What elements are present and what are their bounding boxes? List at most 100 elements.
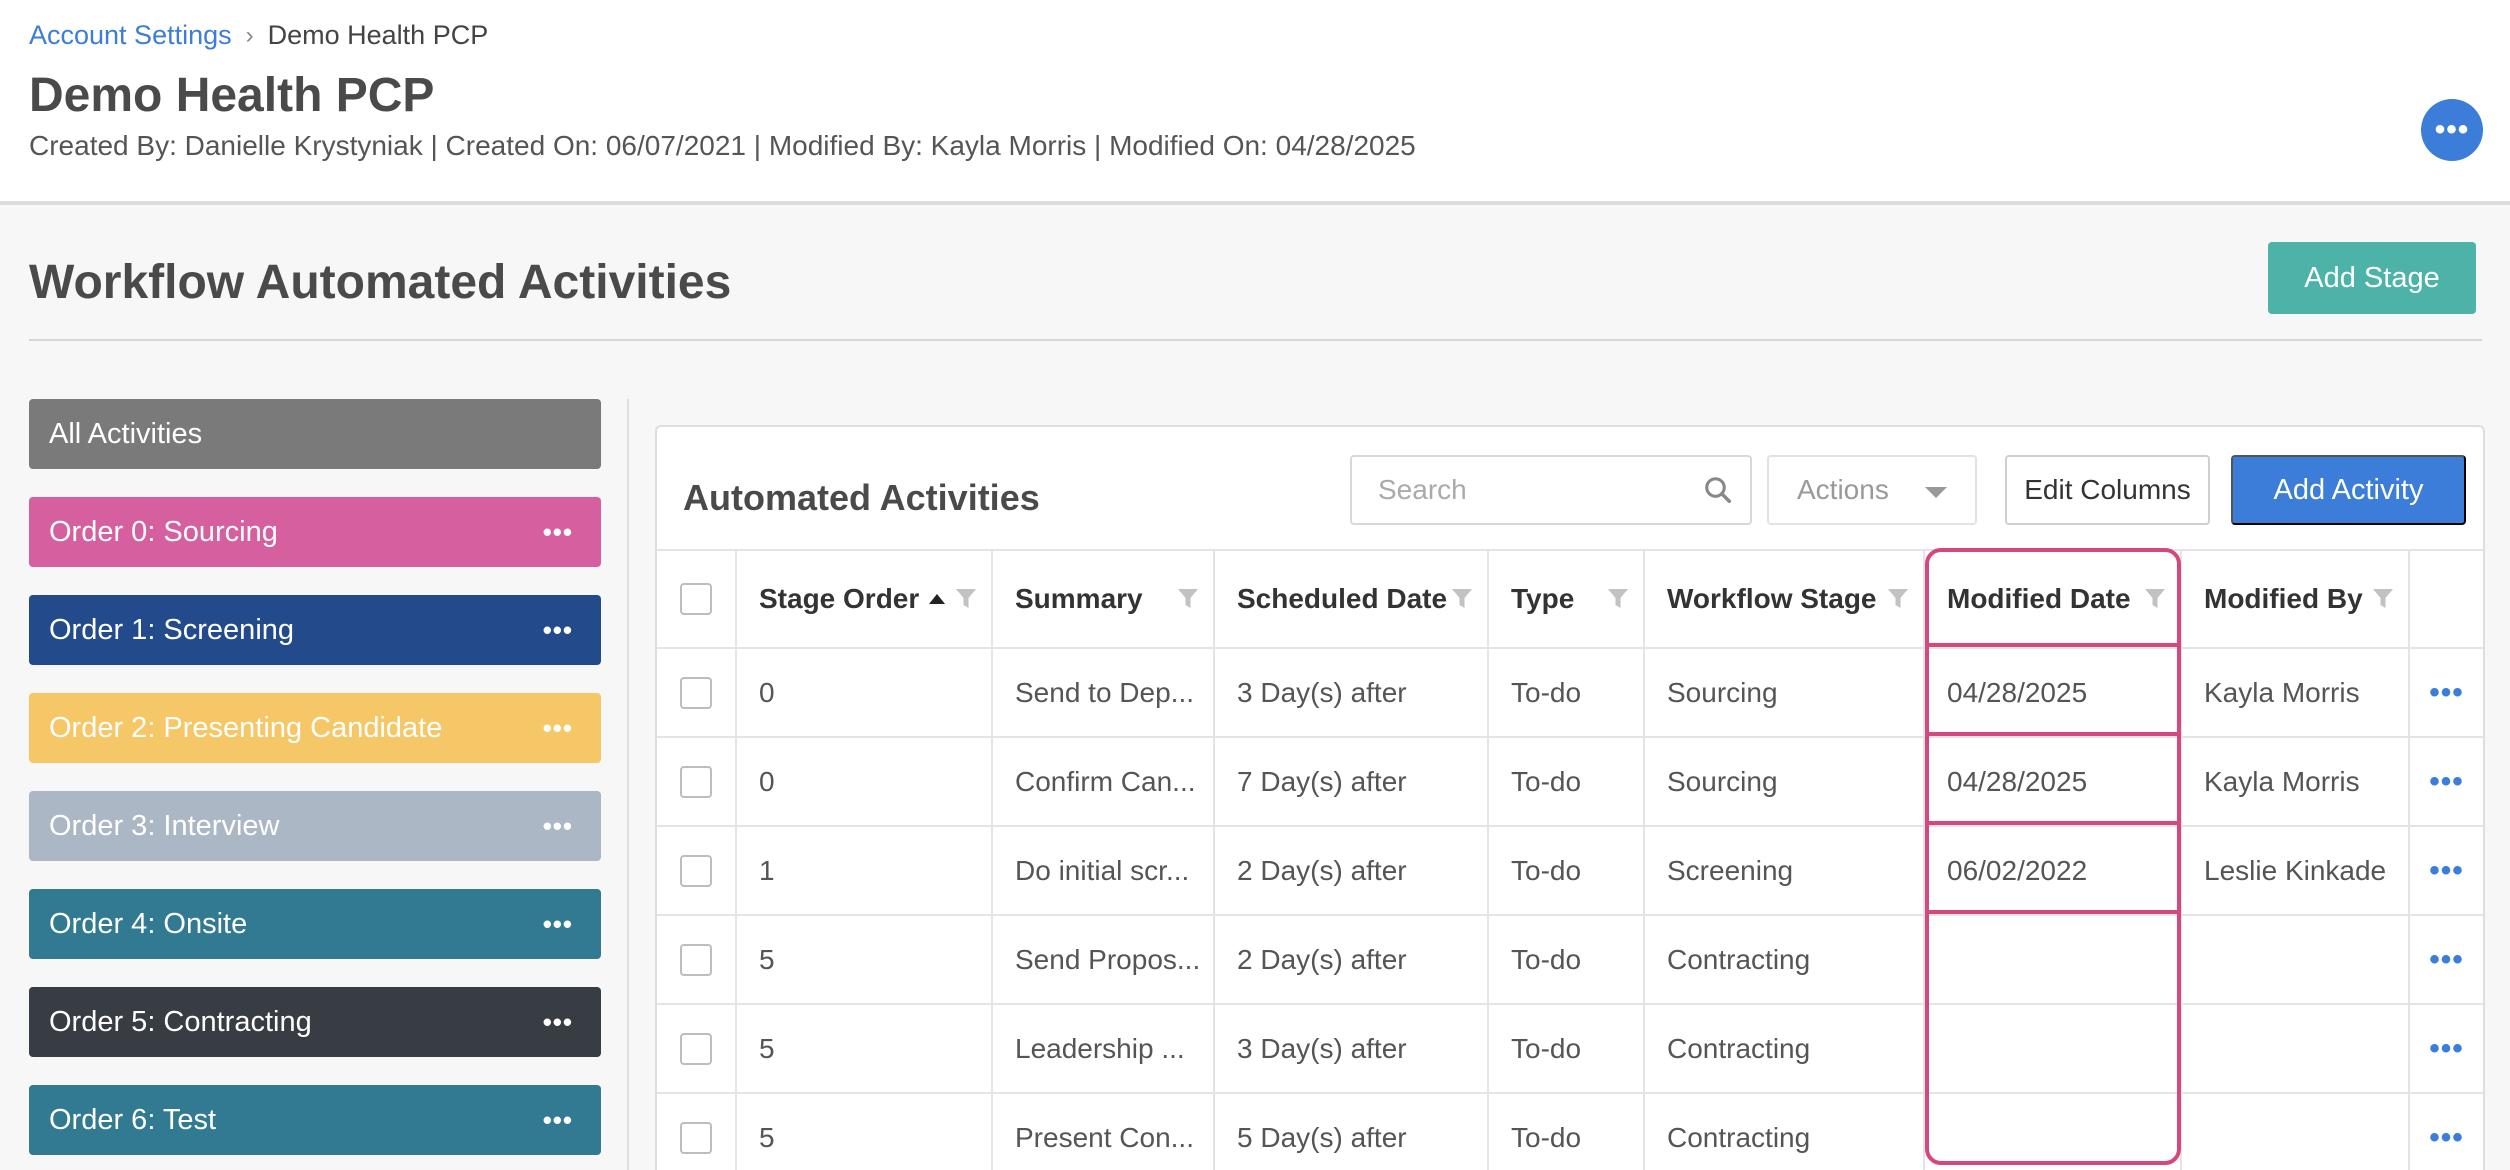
- row-more-options-icon[interactable]: •••: [2429, 1121, 2464, 1155]
- row-actions-cell: •••: [2410, 738, 2483, 825]
- cell-stage-order: 0: [737, 738, 993, 825]
- stage-item-order-3[interactable]: Order 3: Interview •••: [29, 791, 601, 861]
- row-more-options-icon[interactable]: •••: [2429, 1032, 2464, 1066]
- stage-item-label: Order 6: Test: [49, 1103, 217, 1136]
- filter-icon[interactable]: [2372, 587, 2394, 611]
- column-header-label: Type: [1511, 583, 1575, 614]
- column-header-label: Scheduled Date: [1237, 583, 1448, 614]
- stage-item-order-5[interactable]: Order 5: Contracting •••: [29, 987, 601, 1057]
- column-header-stage-order[interactable]: Stage Order: [737, 551, 993, 647]
- table-header-row: Stage Order Summary Scheduled Date Type …: [657, 549, 2483, 647]
- column-header-workflow-stage[interactable]: Workflow Stage: [1645, 551, 1925, 647]
- cell-modified-date: 06/02/2022: [1925, 827, 2182, 914]
- stage-item-order-4[interactable]: Order 4: Onsite •••: [29, 889, 601, 959]
- stage-more-options-icon[interactable]: •••: [543, 1107, 573, 1133]
- stage-more-options-icon[interactable]: •••: [543, 813, 573, 839]
- add-stage-button[interactable]: Add Stage: [2268, 242, 2476, 314]
- stage-item-label: Order 5: Contracting: [49, 1005, 312, 1038]
- column-header-label: Workflow Stage: [1667, 583, 1877, 614]
- row-checkbox[interactable]: [680, 1032, 712, 1065]
- row-checkbox[interactable]: [680, 943, 712, 976]
- stage-list: All Activities Order 0: Sourcing ••• Order …: [29, 399, 601, 1170]
- actions-dropdown[interactable]: Actions: [1767, 455, 1977, 525]
- cell-stage-order: 5: [737, 1005, 993, 1092]
- filter-icon[interactable]: [2144, 587, 2166, 611]
- column-header-label: Modified Date: [1947, 583, 2131, 614]
- table-row[interactable]: 0 Confirm Can... 7 Day(s) after To-do Sourci…: [657, 736, 2483, 825]
- cell-summary: Send Propos...: [993, 916, 1215, 1003]
- sort-ascending-icon: [929, 594, 946, 604]
- table-row[interactable]: 1 Do initial scr... 2 Day(s) after To-do Scr…: [657, 825, 2483, 914]
- row-more-options-icon[interactable]: •••: [2429, 943, 2464, 977]
- stage-item-order-0[interactable]: Order 0: Sourcing •••: [29, 497, 601, 567]
- table-row[interactable]: 5 Send Propos... 2 Day(s) after To-do Contra…: [657, 914, 2483, 1003]
- breadcrumb-account-settings-link[interactable]: Account Settings: [29, 20, 232, 51]
- stage-item-order-6[interactable]: Order 6: Test •••: [29, 1085, 601, 1155]
- cell-stage-order: 5: [737, 916, 993, 1003]
- stage-item-label: Order 2: Presenting Candidate: [49, 711, 443, 744]
- stage-more-options-icon[interactable]: •••: [543, 617, 573, 643]
- table-row[interactable]: 5 Leadership ... 3 Day(s) after To-do Contra…: [657, 1003, 2483, 1092]
- cell-modified-date: [1925, 916, 2182, 1003]
- cell-modified-by: Kayla Morris: [2182, 738, 2410, 825]
- stage-more-options-icon[interactable]: •••: [543, 715, 573, 741]
- row-select-cell: [657, 1094, 737, 1170]
- stage-item-label: Order 3: Interview: [49, 809, 280, 842]
- row-more-options-icon[interactable]: •••: [2429, 676, 2464, 710]
- table-row[interactable]: 0 Send to Dep... 3 Day(s) after To-do Sourci…: [657, 647, 2483, 736]
- cell-scheduled-date: 2 Day(s) after: [1215, 827, 1489, 914]
- filter-icon[interactable]: [1607, 587, 1629, 611]
- stage-more-options-icon[interactable]: •••: [543, 911, 573, 937]
- cell-workflow-stage: Sourcing: [1645, 738, 1925, 825]
- table-row[interactable]: 5 Present Con... 5 Day(s) after To-do Contra…: [657, 1092, 2483, 1170]
- column-header-label: Stage Order: [759, 583, 920, 614]
- cell-modified-by: [2182, 916, 2410, 1003]
- add-activity-button[interactable]: Add Activity: [2231, 455, 2466, 525]
- sidebar-divider: [627, 399, 629, 1170]
- section-title: Workflow Automated Activities: [29, 256, 732, 309]
- cell-type: To-do: [1489, 916, 1645, 1003]
- cell-scheduled-date: 2 Day(s) after: [1215, 916, 1489, 1003]
- edit-columns-button[interactable]: Edit Columns: [2005, 455, 2210, 525]
- row-checkbox[interactable]: [680, 765, 712, 798]
- cell-stage-order: 5: [737, 1094, 993, 1170]
- stage-item-all-activities[interactable]: All Activities: [29, 399, 601, 469]
- column-header-modified-by[interactable]: Modified By: [2182, 551, 2410, 647]
- actions-column-header: [2410, 551, 2483, 647]
- cell-summary: Leadership ...: [993, 1005, 1215, 1092]
- select-all-checkbox[interactable]: [680, 583, 712, 615]
- actions-label: Actions: [1797, 474, 1889, 505]
- cell-workflow-stage: Screening: [1645, 827, 1925, 914]
- column-header-label: Summary: [1015, 583, 1143, 614]
- filter-icon[interactable]: [955, 587, 977, 611]
- row-more-options-icon[interactable]: •••: [2429, 854, 2464, 888]
- chevron-down-icon: [1925, 487, 1947, 498]
- column-header-type[interactable]: Type: [1489, 551, 1645, 647]
- search-icon: [1705, 477, 1731, 503]
- cell-summary: Send to Dep...: [993, 649, 1215, 736]
- row-checkbox[interactable]: [680, 1121, 712, 1154]
- automated-activities-panel: Automated Activities Actions Edit Column…: [655, 425, 2485, 1170]
- column-header-modified-date[interactable]: Modified Date: [1925, 551, 2182, 647]
- filter-icon[interactable]: [1887, 587, 1909, 611]
- row-more-options-icon[interactable]: •••: [2429, 765, 2464, 799]
- stage-item-order-2[interactable]: Order 2: Presenting Candidate •••: [29, 693, 601, 763]
- cell-modified-date: [1925, 1094, 2182, 1170]
- stage-more-options-icon[interactable]: •••: [543, 519, 573, 545]
- row-checkbox[interactable]: [680, 854, 712, 887]
- filter-icon[interactable]: [1451, 587, 1473, 611]
- column-header-scheduled-date[interactable]: Scheduled Date: [1215, 551, 1489, 647]
- filter-icon[interactable]: [1177, 587, 1199, 611]
- cell-summary: Confirm Can...: [993, 738, 1215, 825]
- column-header-summary[interactable]: Summary: [993, 551, 1215, 647]
- stage-item-order-1[interactable]: Order 1: Screening •••: [29, 595, 601, 665]
- cell-summary: Do initial scr...: [993, 827, 1215, 914]
- stage-more-options-icon[interactable]: •••: [543, 1009, 573, 1035]
- section-divider: [29, 339, 2482, 341]
- cell-workflow-stage: Contracting: [1645, 916, 1925, 1003]
- header-more-options-button[interactable]: •••: [2421, 99, 2483, 161]
- row-checkbox[interactable]: [680, 676, 712, 709]
- row-select-cell: [657, 1005, 737, 1092]
- cell-modified-date: 04/28/2025: [1925, 649, 2182, 736]
- search-input[interactable]: [1350, 455, 1752, 525]
